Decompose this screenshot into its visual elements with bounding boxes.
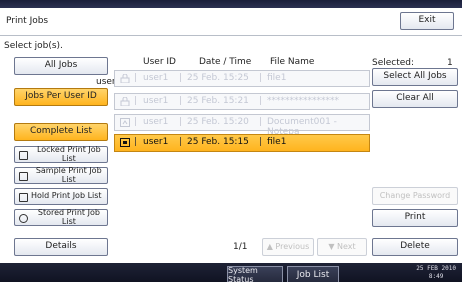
change-password-button[interactable]: Change Password — [372, 187, 458, 205]
divider: | — [179, 117, 183, 127]
stored-print-job-list-button[interactable]: Stored Print Job List — [14, 207, 108, 226]
jobs-per-user-button[interactable]: Jobs Per User ID — [14, 88, 108, 106]
divider: | — [134, 73, 138, 83]
exit-button[interactable]: Exit — [400, 12, 454, 30]
divider: | — [259, 96, 263, 106]
hold-print-job-list-label: Hold Print Job List — [31, 191, 102, 201]
divider: | — [259, 73, 263, 83]
locked-print-job-list-button[interactable]: Locked Print Job List — [14, 144, 108, 163]
job-list-tab[interactable]: Job List — [287, 266, 339, 282]
next-button[interactable]: ▼ Next — [317, 238, 367, 256]
column-header-file-name: File Name — [270, 57, 315, 67]
divider: | — [134, 137, 138, 147]
job-date: 25 Feb. 15:25 — [187, 73, 249, 83]
title-row: Print Jobs — [0, 8, 462, 36]
divider: | — [179, 96, 183, 106]
selected-count: 1 — [447, 58, 453, 68]
print-jobs-screen: Print Jobs Exit Select job(s). All Jobs … — [0, 0, 462, 284]
divider: | — [179, 73, 183, 83]
divider: | — [259, 137, 263, 147]
previous-button[interactable]: ▲ Previous — [262, 238, 314, 256]
column-header-user-id: User ID — [143, 57, 176, 67]
job-row-selected[interactable]: | user1 | 25 Feb. 15:15 | file1 — [114, 134, 370, 152]
job-user: user1 — [143, 137, 169, 147]
job-user: user1 — [143, 73, 169, 83]
job-user: user1 — [143, 117, 169, 127]
hold-print-job-list-button[interactable]: Hold Print Job List — [14, 188, 108, 205]
clock: 25 FEB 2010 8:49 — [416, 265, 456, 281]
divider: | — [134, 117, 138, 127]
complete-list-button[interactable]: Complete List — [14, 123, 108, 141]
hold-icon — [19, 193, 28, 202]
sample-icon — [120, 118, 130, 127]
print-button[interactable]: Print — [372, 209, 458, 227]
job-file: file1 — [267, 137, 287, 147]
sample-icon — [19, 172, 28, 181]
stored-print-job-list-label: Stored Print Job List — [37, 207, 100, 226]
clear-all-button[interactable]: Clear All — [372, 90, 458, 108]
clock-date: 25 FEB 2010 — [416, 265, 456, 272]
system-status-tab[interactable]: System Status — [227, 266, 283, 284]
job-date: 25 Feb. 15:15 — [187, 137, 249, 147]
hold-icon — [120, 138, 130, 147]
page-title: Print Jobs — [6, 16, 49, 26]
instruction-text: Select job(s). — [4, 41, 63, 51]
clock-time: 8:49 — [428, 273, 444, 280]
job-date: 25 Feb. 15:20 — [187, 117, 249, 127]
job-row[interactable]: | user1 | 25 Feb. 15:25 | file1 — [114, 70, 370, 87]
divider: | — [259, 117, 263, 127]
job-row[interactable]: | user1 | 25 Feb. 15:21 | **************… — [114, 93, 370, 110]
job-file: file1 — [267, 73, 287, 83]
lock-icon — [120, 97, 130, 106]
delete-button[interactable]: Delete — [372, 238, 458, 256]
lock-icon — [120, 74, 130, 83]
top-strip — [0, 0, 462, 8]
sample-print-job-list-button[interactable]: Sample Print Job List — [14, 165, 108, 184]
all-jobs-button[interactable]: All Jobs — [14, 57, 108, 75]
job-user: user1 — [143, 96, 169, 106]
column-header-date-time: Date / Time — [199, 57, 252, 67]
locked-print-job-list-label: Locked Print Job List — [36, 144, 101, 163]
lock-icon — [19, 151, 28, 160]
job-date: 25 Feb. 15:21 — [187, 96, 249, 106]
details-button[interactable]: Details — [14, 238, 108, 256]
page-indicator: 1/1 — [233, 242, 248, 252]
job-file: **************** — [267, 96, 339, 106]
divider: | — [134, 96, 138, 106]
divider: | — [179, 137, 183, 147]
selected-label: Selected: — [372, 58, 415, 68]
sample-print-job-list-label: Sample Print Job List — [35, 165, 102, 184]
select-all-jobs-button[interactable]: Select All Jobs — [372, 68, 458, 86]
job-row[interactable]: | user1 | 25 Feb. 15:20 | Document001 - … — [114, 114, 370, 137]
stored-icon — [19, 214, 28, 223]
